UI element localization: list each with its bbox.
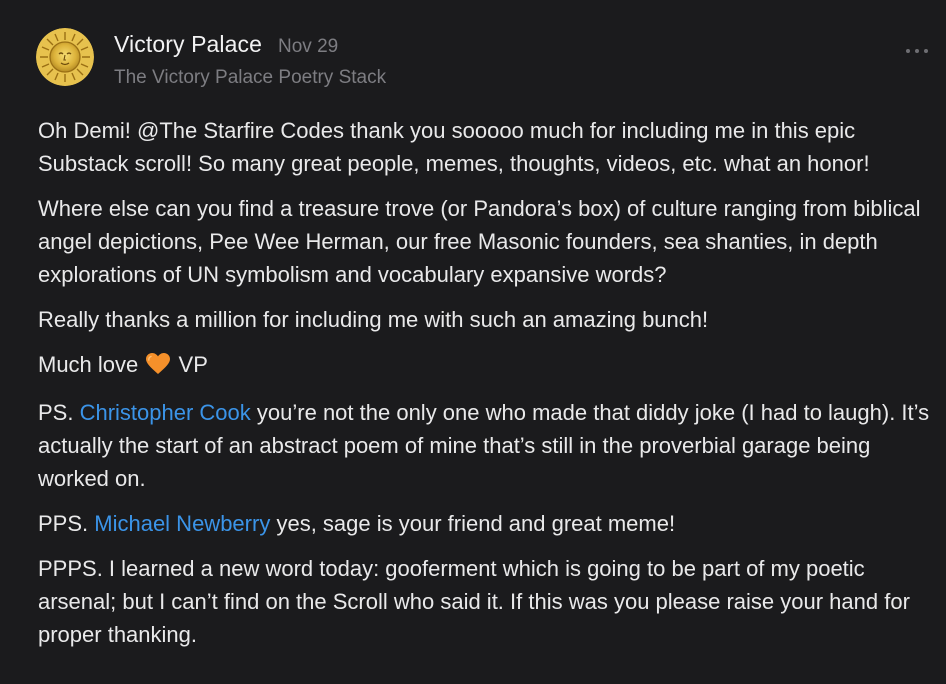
post-date[interactable]: Nov 29: [278, 36, 338, 58]
ps-prefix: PS.: [38, 400, 74, 425]
comment-paragraph: Really thanks a million for including me…: [38, 307, 709, 332]
pps-prefix: PPS.: [38, 511, 89, 536]
comment-paragraph: PPS. Michael Newberry yes, sage is your …: [38, 507, 938, 540]
sun-face-icon: [36, 28, 94, 86]
comment-header: Victory Palace Nov 29 The Victory Palace…: [36, 28, 386, 89]
comment-card: Victory Palace Nov 29 The Victory Palace…: [0, 0, 946, 684]
comment-paragraph: PPPS. I learned a new word today: goofer…: [38, 556, 910, 647]
more-horizontal-icon[interactable]: [906, 46, 928, 56]
sign-off-text: Much love: [38, 352, 139, 377]
signature-text: VP: [178, 352, 208, 377]
orange-heart-icon: [146, 351, 171, 384]
mention-christopher-cook[interactable]: Christopher Cook: [80, 400, 251, 425]
pps-text: yes, sage is your friend and great meme!: [276, 511, 676, 536]
publication-name[interactable]: The Victory Palace Poetry Stack: [114, 67, 386, 89]
comment-paragraph: Oh Demi! @The Starfire Codes thank you s…: [38, 118, 870, 176]
avatar[interactable]: [36, 28, 94, 86]
comment-meta: Victory Palace Nov 29 The Victory Palace…: [114, 31, 386, 89]
author-name[interactable]: Victory Palace: [114, 31, 262, 58]
comment-body: Oh Demi! @The Starfire Codes thank you s…: [38, 114, 938, 663]
comment-paragraph: Much love VP: [38, 348, 938, 384]
mention-michael-newberry[interactable]: Michael Newberry: [94, 511, 270, 536]
comment-paragraph: Where else can you find a treasure trove…: [38, 196, 921, 287]
comment-paragraph: PS. Christopher Cook you’re not the only…: [38, 396, 938, 495]
